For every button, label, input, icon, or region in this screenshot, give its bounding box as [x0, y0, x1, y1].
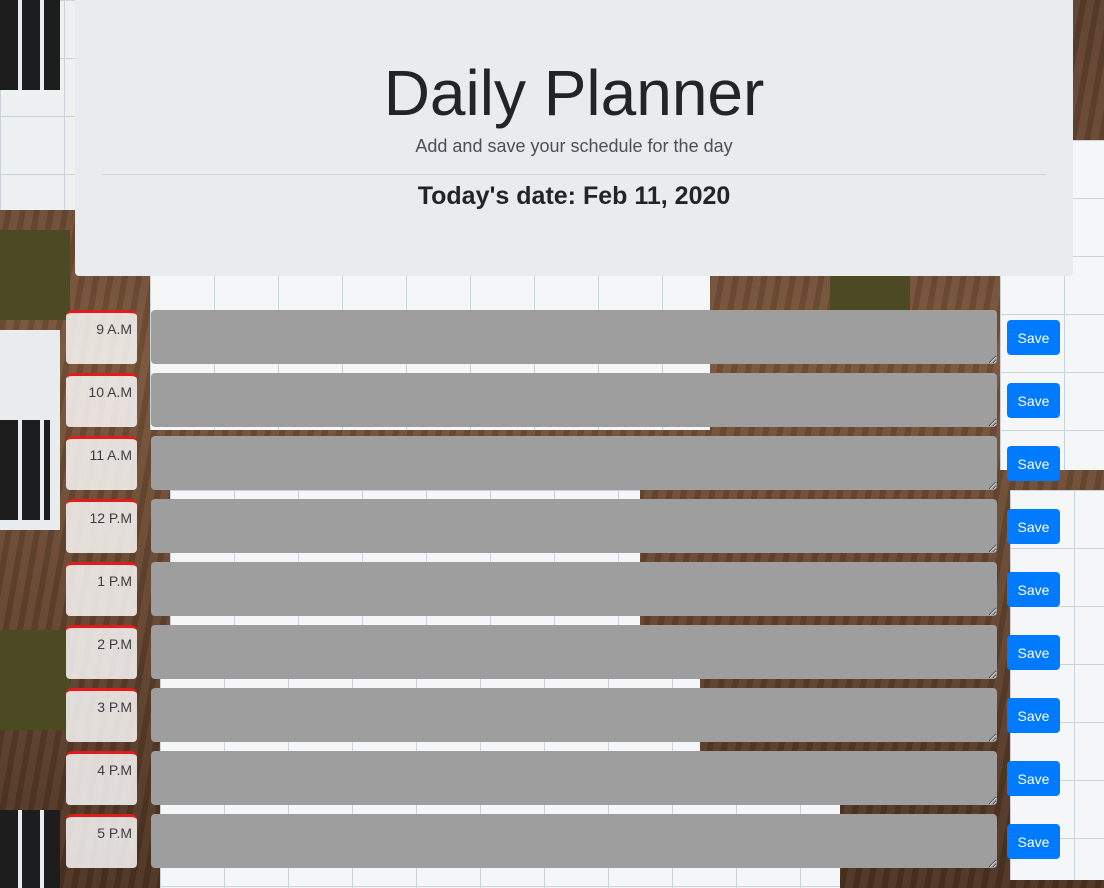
save-button[interactable]: Save: [1007, 635, 1060, 670]
save-button[interactable]: Save: [1007, 383, 1060, 418]
date-value: Feb 11, 2020: [582, 182, 731, 210]
header-divider: [102, 174, 1046, 175]
hour-label: 9 A.M: [66, 310, 137, 364]
date-label: Today's date:: [417, 182, 576, 210]
page-subtitle: Add and save your schedule for the day: [415, 136, 733, 156]
task-input[interactable]: [151, 814, 997, 868]
time-block-row: 2 P.M Save: [0, 625, 1104, 679]
task-input[interactable]: [151, 373, 997, 427]
save-button[interactable]: Save: [1007, 572, 1060, 607]
save-button[interactable]: Save: [1007, 761, 1060, 796]
save-button[interactable]: Save: [1007, 824, 1060, 859]
current-date: Today's date: Feb 11, 2020: [75, 182, 1073, 211]
hour-label: 5 P.M: [66, 814, 137, 868]
task-input[interactable]: [151, 625, 997, 679]
task-input[interactable]: [151, 562, 997, 616]
hour-label: 11 A.M: [66, 436, 137, 490]
time-block-row: 4 P.M Save: [0, 751, 1104, 805]
task-input[interactable]: [151, 499, 997, 553]
task-input[interactable]: [151, 310, 997, 364]
time-block-row: 11 A.M Save: [0, 436, 1104, 490]
save-button[interactable]: Save: [1007, 509, 1060, 544]
save-button[interactable]: Save: [1007, 698, 1060, 733]
save-button[interactable]: Save: [1007, 446, 1060, 481]
hour-label: 3 P.M: [66, 688, 137, 742]
time-block-row: 1 P.M Save: [0, 562, 1104, 616]
task-input[interactable]: [151, 688, 997, 742]
task-input[interactable]: [151, 436, 997, 490]
task-input[interactable]: [151, 751, 997, 805]
hour-label: 12 P.M: [66, 499, 137, 553]
time-block-row: 5 P.M Save: [0, 814, 1104, 868]
save-button[interactable]: Save: [1007, 320, 1060, 355]
time-block-row: 3 P.M Save: [0, 688, 1104, 742]
hour-label: 1 P.M: [66, 562, 137, 616]
jumbotron-header: Daily Planner Add and save your schedule…: [75, 0, 1073, 276]
hour-label: 4 P.M: [66, 751, 137, 805]
time-block-row: 12 P.M Save: [0, 499, 1104, 553]
page-title: Daily Planner: [383, 57, 765, 129]
hour-label: 10 A.M: [66, 373, 137, 427]
time-block-row: 10 A.M Save: [0, 373, 1104, 427]
hour-label: 2 P.M: [66, 625, 137, 679]
time-block-row: 9 A.M Save: [0, 310, 1104, 364]
